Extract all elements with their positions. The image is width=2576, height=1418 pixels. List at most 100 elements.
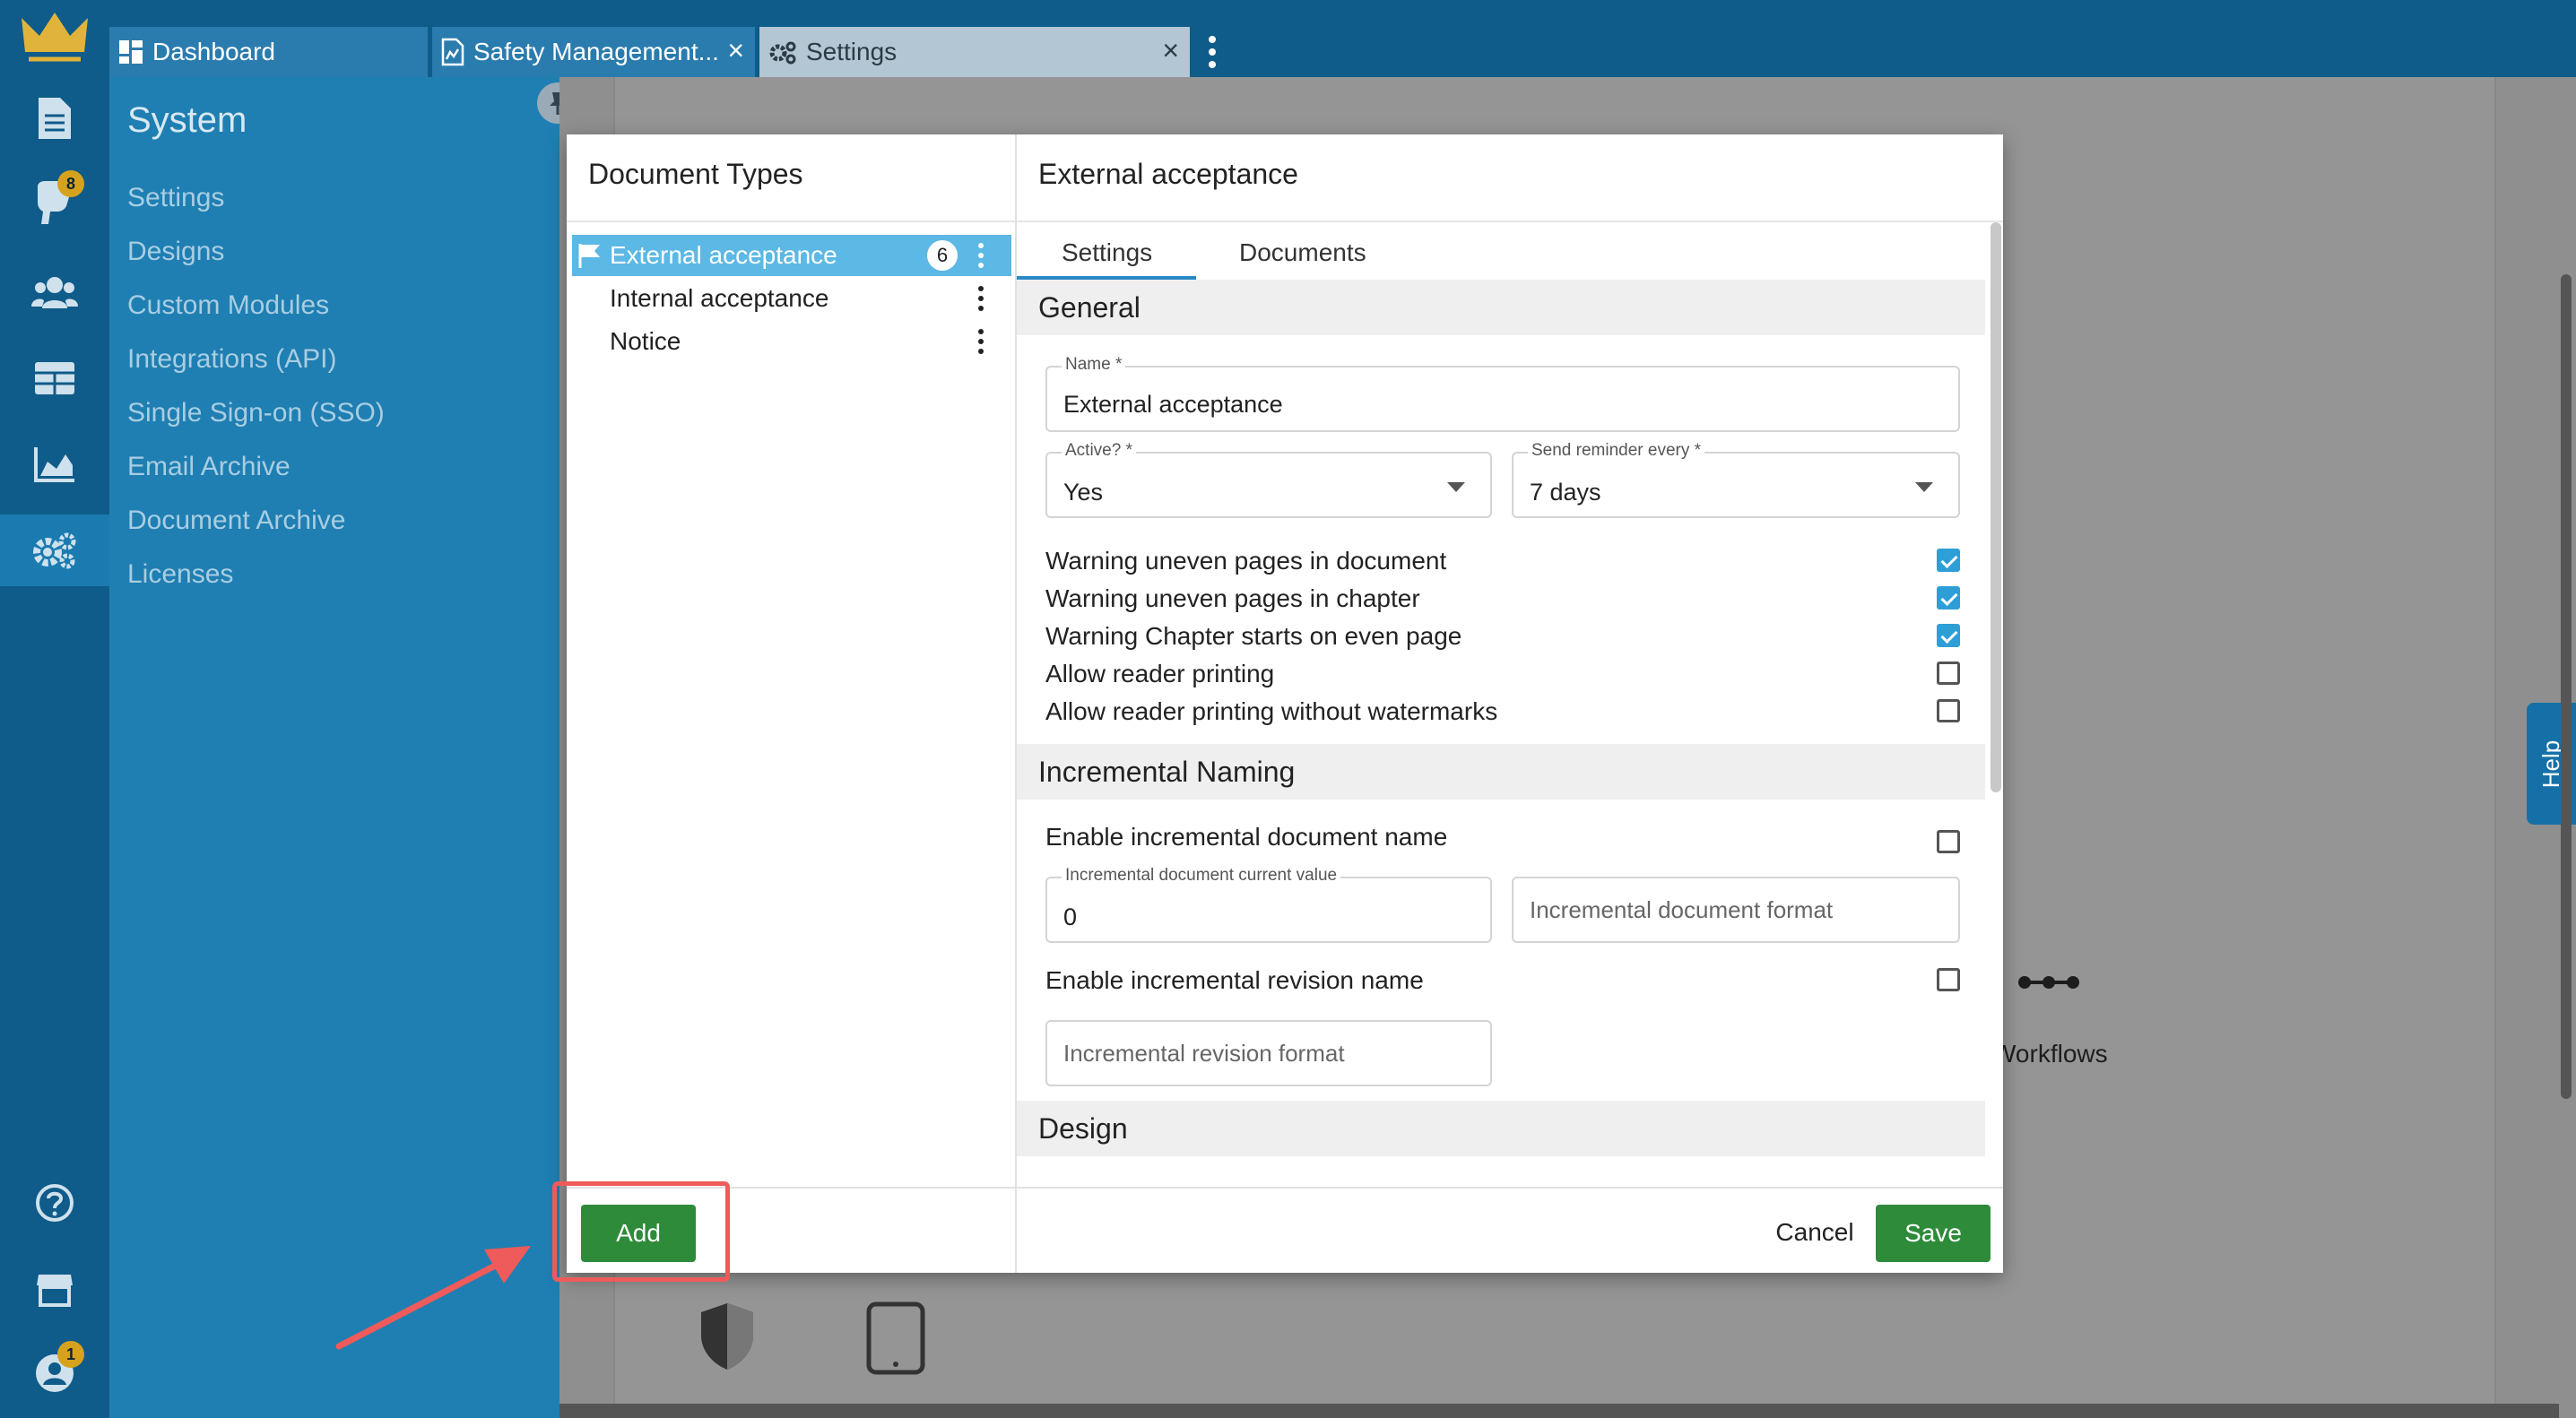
workflow-icon xyxy=(2018,976,2079,989)
dialog-scrollbar[interactable] xyxy=(1991,222,2001,792)
highlight-box xyxy=(552,1181,730,1282)
rail-users[interactable] xyxy=(0,256,109,328)
check-label: Allow reader printing xyxy=(1045,660,1275,687)
cogs-icon xyxy=(769,41,796,65)
annotation-arrow-icon xyxy=(335,1246,531,1350)
table-icon xyxy=(35,362,74,394)
tab-bar: Dashboard Safety Management... × Setting… xyxy=(109,0,2576,77)
check-label: Enable incremental document name xyxy=(1045,823,1448,851)
rail-documents[interactable] xyxy=(0,82,109,154)
tab-label: Safety Management... xyxy=(473,38,719,65)
sidebar-item-sso[interactable]: Single Sign-on (SSO) xyxy=(127,398,385,428)
reminder-select[interactable]: Send reminder every * 7 days xyxy=(1512,441,1960,518)
rail-notices[interactable]: 8 xyxy=(0,167,109,238)
check-incremental-revision-name: Enable incremental revision name xyxy=(1045,964,1960,999)
field-label: Name * xyxy=(1062,355,1126,375)
rail-reports[interactable] xyxy=(0,428,109,500)
document-types-pane: Document Types External acceptance 6 Int… xyxy=(567,134,1017,1273)
tab-settings[interactable]: Settings xyxy=(1062,238,1152,267)
system-sidebar: System Settings Designs Custom Modules I… xyxy=(109,77,578,1418)
section-incremental-naming: Incremental Naming xyxy=(1017,744,1985,800)
list-item-notice[interactable]: Notice xyxy=(572,321,1011,362)
shield-icon xyxy=(701,1303,753,1370)
question-icon xyxy=(36,1184,74,1222)
users-icon xyxy=(31,277,78,308)
check-printing-without-watermarks: Allow reader printing without watermarks xyxy=(1045,696,1960,730)
cancel-button[interactable]: Cancel xyxy=(1761,1210,1869,1255)
document-chart-icon xyxy=(441,38,464,66)
close-icon[interactable]: × xyxy=(727,36,744,65)
tablet-icon xyxy=(866,1301,925,1375)
incremental-document-format-field[interactable]: Incremental document format xyxy=(1512,877,1960,943)
sidebar-item-integrations[interactable]: Integrations (API) xyxy=(127,344,336,375)
divider xyxy=(567,220,1015,222)
rail-profile[interactable]: 1 xyxy=(0,1337,109,1409)
check-label: Warning uneven pages in document xyxy=(1045,547,1447,575)
save-button[interactable]: Save xyxy=(1876,1205,1991,1262)
sidebar-title: System xyxy=(127,100,247,140)
checkbox[interactable] xyxy=(1937,549,1960,572)
crown-logo-icon xyxy=(22,13,88,62)
checkbox[interactable] xyxy=(1937,830,1960,853)
field-label: Incremental document current value xyxy=(1062,866,1341,886)
more-vertical-icon[interactable] xyxy=(1203,32,1221,72)
checkbox[interactable] xyxy=(1937,699,1960,722)
active-select[interactable]: Active? * Yes xyxy=(1045,441,1492,518)
chart-area-icon xyxy=(34,447,74,482)
check-label: Warning uneven pages in chapter xyxy=(1045,584,1420,612)
tab-safety-management[interactable]: Safety Management... × xyxy=(432,27,755,77)
check-warning-uneven-document: Warning uneven pages in document xyxy=(1045,545,1960,579)
incremental-document-current-value-field[interactable]: Incremental document current value 0 xyxy=(1045,866,1492,943)
sidebar-item-email-archive[interactable]: Email Archive xyxy=(127,452,291,482)
checkbox[interactable] xyxy=(1937,661,1960,685)
list-item-label: Internal acceptance xyxy=(610,284,829,312)
check-label: Allow reader printing without watermarks xyxy=(1045,697,1498,725)
checkbox[interactable] xyxy=(1937,624,1960,647)
app-rail: 8 1 xyxy=(0,0,109,1418)
check-allow-reader-printing: Allow reader printing xyxy=(1045,658,1960,692)
sidebar-item-document-archive[interactable]: Document Archive xyxy=(127,506,345,536)
list-item-internal-acceptance[interactable]: Internal acceptance xyxy=(572,278,1011,319)
tab-documents[interactable]: Documents xyxy=(1239,238,1366,267)
tab-dashboard[interactable]: Dashboard xyxy=(109,27,428,77)
sidebar-item-settings[interactable]: Settings xyxy=(127,183,224,213)
rail-tables[interactable] xyxy=(0,342,109,414)
field-value: Yes xyxy=(1063,479,1104,506)
check-warning-uneven-chapter: Warning uneven pages in chapter xyxy=(1045,583,1960,617)
rail-help[interactable] xyxy=(0,1167,109,1239)
checkbox[interactable] xyxy=(1937,968,1960,991)
flag-icon xyxy=(578,244,600,268)
sidebar-item-designs[interactable]: Designs xyxy=(127,237,224,267)
rail-settings[interactable] xyxy=(0,514,109,586)
list-item-external-acceptance[interactable]: External acceptance 6 xyxy=(572,235,1011,276)
list-item-label: Notice xyxy=(610,327,681,355)
document-types-dialog: Document Types External acceptance 6 Int… xyxy=(567,134,2003,1273)
section-general: General xyxy=(1017,280,1985,335)
field-value: 7 days xyxy=(1530,479,1601,506)
close-icon[interactable]: × xyxy=(1162,36,1179,65)
tab-settings[interactable]: Settings × xyxy=(759,27,1190,77)
field-value: External acceptance xyxy=(1063,391,1283,418)
more-vertical-icon[interactable] xyxy=(976,285,986,312)
more-vertical-icon[interactable] xyxy=(976,328,986,355)
divider xyxy=(1017,220,2003,222)
settings-form: General Name * External acceptance Activ… xyxy=(1017,280,1985,1187)
incremental-revision-format-field[interactable]: Incremental revision format xyxy=(1045,1020,1492,1086)
field-placeholder: Incremental revision format xyxy=(1063,1040,1345,1067)
sidebar-item-licenses[interactable]: Licenses xyxy=(127,559,233,590)
more-vertical-icon[interactable] xyxy=(976,242,986,269)
pane-title: Document Types xyxy=(588,158,803,190)
field-label: Active? * xyxy=(1062,441,1136,461)
rail-store[interactable] xyxy=(0,1253,109,1325)
count-badge: 6 xyxy=(927,240,958,271)
chevron-down-icon xyxy=(1915,482,1933,492)
horizontal-scrollbar[interactable] xyxy=(559,1404,2559,1418)
checkbox[interactable] xyxy=(1937,586,1960,610)
name-field[interactable]: Name * External acceptance xyxy=(1045,355,1960,432)
page-scrollbar[interactable] xyxy=(2561,274,2572,1099)
dashboard-icon xyxy=(119,40,143,64)
sidebar-item-custom-modules[interactable]: Custom Modules xyxy=(127,290,329,321)
document-icon xyxy=(39,98,71,139)
cogs-icon xyxy=(33,532,76,569)
field-label: Send reminder every * xyxy=(1528,441,1705,461)
